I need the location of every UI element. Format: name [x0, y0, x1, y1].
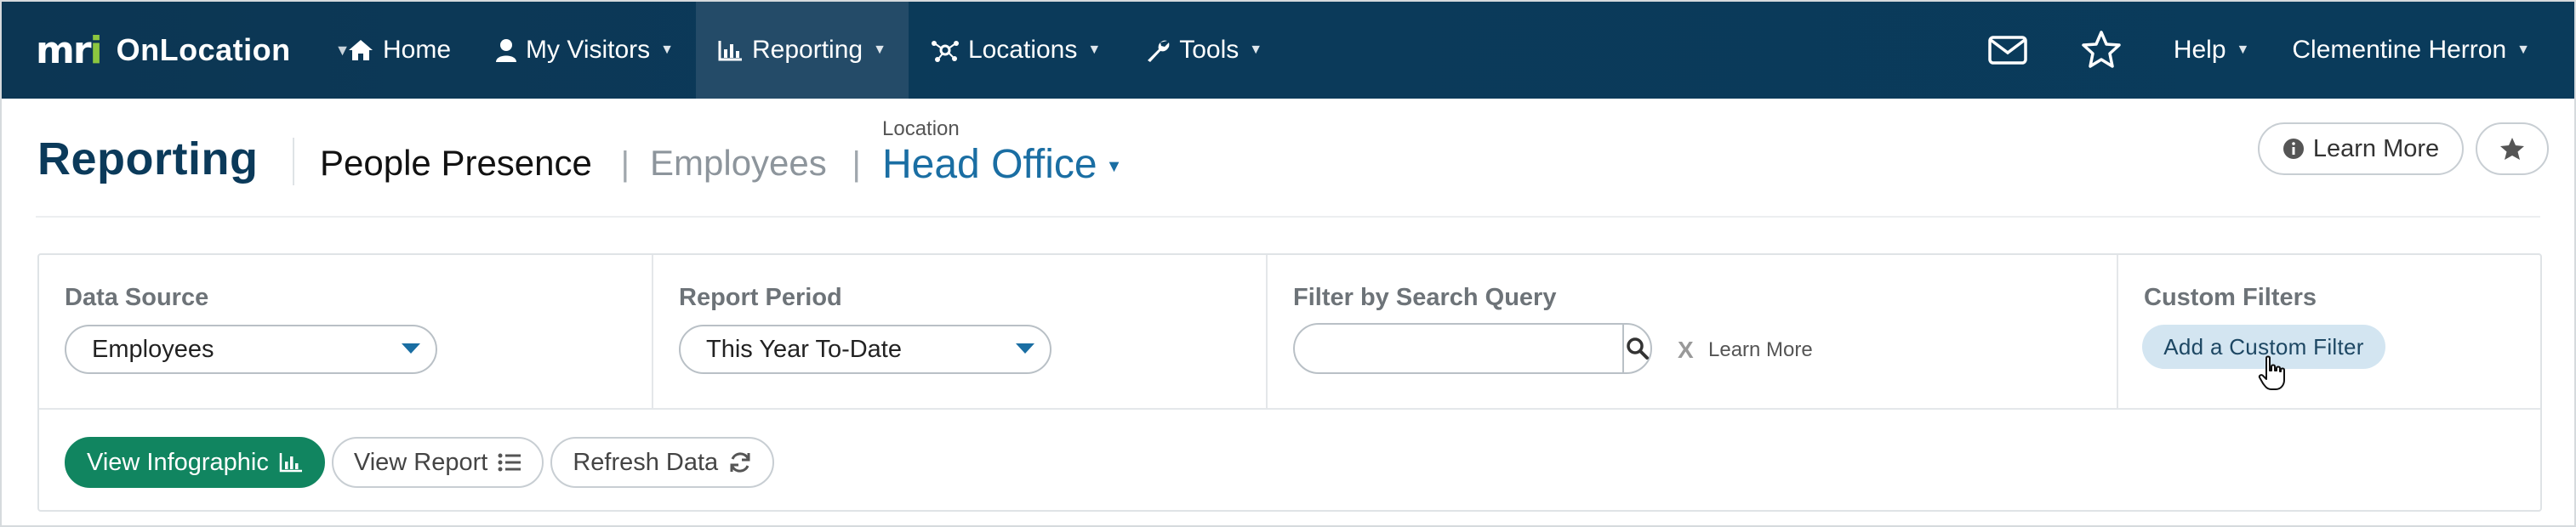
chevron-down-icon: ▼	[873, 42, 886, 57]
learn-more-label: Learn More	[2312, 134, 2440, 162]
location-label: Location	[882, 117, 960, 140]
report-period-select[interactable]: This Year To-Date	[679, 325, 1051, 374]
favorites-button[interactable]	[2055, 2, 2148, 99]
list-icon	[498, 453, 521, 472]
location-selector[interactable]: Head Office ▼	[882, 141, 1122, 188]
top-navigation-bar: mri OnLocation ▼ Home My Visitors ▼ Repo…	[2, 2, 2574, 99]
chevron-down-icon: ▼	[660, 42, 675, 57]
bar-chart-icon	[279, 453, 302, 473]
location-value: Head Office	[882, 142, 1097, 187]
nav-item-locations[interactable]: Locations ▼	[909, 2, 1123, 99]
clear-search-button[interactable]: X	[1678, 337, 1694, 364]
user-icon	[496, 39, 517, 62]
nav-item-label: Tools	[1179, 36, 1240, 64]
messages-button[interactable]	[1961, 2, 2055, 99]
data-source-label: Data Source	[65, 284, 209, 311]
nav-item-my-visitors[interactable]: My Visitors ▼	[473, 2, 696, 99]
refresh-data-button[interactable]: Refresh Data	[550, 437, 775, 488]
search-query-filter: Filter by Search Query X Learn More	[1268, 255, 2118, 410]
report-actions: View Infographic View Report Refresh Dat…	[65, 437, 775, 488]
caret-down-icon	[1016, 343, 1034, 354]
nav-item-home[interactable]: Home	[325, 2, 473, 99]
data-source-filter: Data Source Employees	[39, 255, 653, 410]
filter-row: Data Source Employees Report Period This…	[39, 255, 2540, 410]
breadcrumb-separator: |	[620, 145, 630, 183]
report-filter-panel: Data Source Employees Report Period This…	[37, 253, 2542, 512]
refresh-icon	[730, 452, 750, 473]
chevron-down-icon: ▼	[2516, 42, 2530, 57]
custom-filters-label: Custom Filters	[2144, 284, 2317, 311]
brand-logo: mri	[36, 28, 103, 72]
search-box	[1293, 323, 1652, 374]
report-period-filter: Report Period This Year To-Date	[653, 255, 1268, 410]
nav-item-label: Home	[383, 36, 452, 64]
refresh-data-label: Refresh Data	[573, 448, 719, 476]
page-title: Reporting	[37, 133, 259, 184]
nav-item-reporting[interactable]: Reporting ▼	[696, 2, 909, 99]
wrench-icon	[1148, 40, 1170, 62]
app-page: mri OnLocation ▼ Home My Visitors ▼ Repo…	[0, 0, 2576, 527]
nav-item-help[interactable]: Help ▼	[2148, 2, 2276, 99]
current-report-title: People Presence |	[320, 143, 630, 184]
learn-more-button[interactable]: Learn More	[2258, 122, 2464, 175]
nav-right-group: Help ▼ Clementine Herron ▼	[1961, 2, 2540, 99]
sub-report-tab[interactable]: Employees |	[650, 143, 861, 184]
user-name: Clementine Herron	[2292, 36, 2507, 64]
sub-report-label: Employees	[650, 143, 827, 183]
bar-chart-icon	[718, 41, 743, 61]
nav-item-label: My Visitors	[526, 36, 651, 64]
data-source-select[interactable]: Employees	[65, 325, 437, 374]
view-report-button[interactable]: View Report	[331, 437, 544, 488]
view-report-label: View Report	[353, 448, 488, 476]
chevron-down-icon: ▼	[1249, 42, 1263, 57]
breadcrumb-separator: |	[852, 145, 861, 183]
report-period-label: Report Period	[679, 284, 842, 311]
search-icon	[1626, 337, 1649, 360]
search-learn-more-link[interactable]: Learn More	[1708, 338, 1813, 362]
custom-filters: Custom Filters Add a Custom Filter	[2118, 255, 2540, 410]
brand-name: OnLocation	[116, 32, 291, 67]
star-icon	[2500, 138, 2524, 160]
star-outline-icon	[2082, 31, 2121, 68]
network-icon	[931, 41, 959, 62]
nav-item-label: Help	[2173, 36, 2226, 64]
nav-item-label: Locations	[967, 36, 1078, 64]
current-report-label: People Presence	[320, 143, 592, 183]
nav-item-label: Reporting	[752, 36, 863, 64]
chevron-down-icon: ▼	[1087, 42, 1102, 57]
view-infographic-button[interactable]: View Infographic	[65, 437, 325, 488]
page-header: Reporting People Presence | Employees | …	[36, 99, 2549, 218]
search-button[interactable]	[1622, 325, 1650, 372]
search-input[interactable]	[1295, 325, 1622, 372]
data-source-value: Employees	[92, 335, 214, 363]
chevron-down-icon: ▼	[2236, 42, 2250, 57]
caret-down-icon	[402, 343, 420, 354]
title-divider	[293, 138, 294, 185]
report-period-value: This Year To-Date	[706, 335, 902, 363]
envelope-icon	[1988, 36, 2027, 65]
favorite-report-button[interactable]	[2476, 122, 2549, 175]
nav-item-tools[interactable]: Tools ▼	[1123, 2, 1285, 99]
user-menu[interactable]: Clementine Herron ▼	[2275, 2, 2540, 99]
caret-down-icon: ▼	[1105, 156, 1123, 176]
view-infographic-label: View Infographic	[87, 448, 269, 476]
info-icon	[2282, 139, 2304, 159]
search-query-label: Filter by Search Query	[1293, 284, 1557, 311]
hand-cursor-icon	[2258, 355, 2285, 390]
home-icon	[349, 40, 373, 60]
brand[interactable]: mri OnLocation ▼	[36, 28, 350, 72]
